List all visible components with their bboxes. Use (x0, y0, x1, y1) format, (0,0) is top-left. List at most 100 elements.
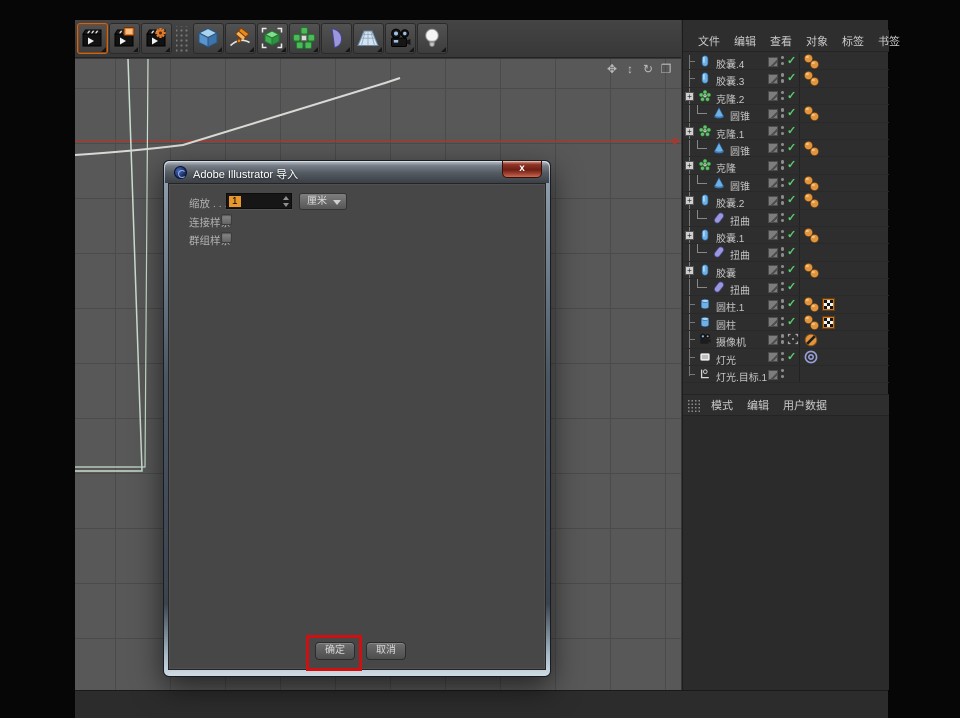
visibility-dots-icon[interactable] (781, 282, 785, 293)
visibility-dots-icon[interactable] (781, 178, 785, 189)
layer-icon[interactable] (768, 126, 778, 136)
expand-icon[interactable]: + (685, 127, 694, 136)
rotate-view-icon[interactable]: ↻ (641, 62, 655, 76)
object-row[interactable]: 圆锥✓ (683, 140, 889, 157)
layer-icon[interactable] (768, 213, 778, 223)
group-splines-checkbox[interactable] (221, 232, 232, 243)
object-row[interactable]: 摄像机 (683, 331, 889, 348)
cube-primitive-icon[interactable] (193, 23, 224, 54)
layer-icon[interactable] (768, 57, 778, 67)
om-menu-0[interactable]: 文件 (692, 33, 728, 49)
layer-icon[interactable] (768, 91, 778, 101)
expand-icon[interactable]: + (685, 196, 694, 205)
object-row[interactable]: 灯光.目标.1 (683, 366, 889, 383)
layer-icon[interactable] (768, 109, 778, 119)
visibility-dots-icon[interactable] (781, 126, 785, 137)
cancel-button[interactable]: 取消 (366, 642, 406, 660)
visibility-dots-icon[interactable] (781, 265, 785, 276)
enabled-check-icon[interactable]: ✓ (787, 124, 796, 137)
unit-dropdown[interactable]: 厘米 (299, 193, 347, 210)
object-row[interactable]: +胶囊.1✓ (683, 227, 889, 244)
layer-icon[interactable] (768, 352, 778, 362)
expand-icon[interactable]: + (685, 231, 694, 240)
panel-grip-icon[interactable] (687, 399, 700, 412)
enabled-check-icon[interactable]: ✓ (787, 193, 796, 206)
connect-splines-checkbox[interactable] (221, 214, 232, 225)
layer-icon[interactable] (768, 143, 778, 153)
enabled-check-icon[interactable]: ✓ (787, 89, 796, 102)
visibility-dots-icon[interactable] (781, 230, 785, 241)
object-row[interactable]: 圆锥✓ (683, 175, 889, 192)
object-row[interactable]: 圆柱.1✓ (683, 296, 889, 313)
om-menu-4[interactable]: 标签 (836, 33, 872, 49)
enabled-check-icon[interactable]: ✓ (787, 141, 796, 154)
texture-tag-icon[interactable] (822, 298, 835, 311)
render-picture-viewer-icon[interactable] (109, 23, 140, 54)
deformer-icon[interactable] (321, 23, 352, 54)
enabled-check-icon[interactable]: ✓ (787, 211, 796, 224)
layer-icon[interactable] (768, 317, 778, 327)
object-row[interactable]: 圆锥✓ (683, 105, 889, 122)
visibility-dots-icon[interactable] (781, 73, 785, 84)
enabled-check-icon[interactable]: ✓ (787, 176, 796, 189)
enabled-check-icon[interactable]: ✓ (787, 71, 796, 84)
target-crosshair-icon[interactable] (787, 333, 799, 345)
enabled-check-icon[interactable]: ✓ (787, 263, 796, 276)
visibility-dots-icon[interactable] (781, 352, 785, 363)
material-tag-icon[interactable] (810, 147, 819, 156)
material-tag-icon[interactable] (810, 60, 819, 69)
visibility-dots-icon[interactable] (781, 299, 785, 310)
enabled-check-icon[interactable]: ✓ (787, 245, 796, 258)
floor-environment-icon[interactable] (353, 23, 384, 54)
layer-icon[interactable] (768, 196, 778, 206)
object-row[interactable]: +胶囊.2✓ (683, 192, 889, 209)
spline-pen-icon[interactable] (225, 23, 256, 54)
visibility-dots-icon[interactable] (781, 160, 785, 171)
pan-view-icon[interactable]: ✥ (605, 62, 619, 76)
expand-icon[interactable]: + (685, 161, 694, 170)
material-tag-icon[interactable] (810, 303, 819, 312)
object-row[interactable]: +克隆.1✓ (683, 123, 889, 140)
material-tag-icon[interactable] (810, 199, 819, 208)
close-icon[interactable]: x (502, 161, 542, 178)
enabled-check-icon[interactable]: ✓ (787, 280, 796, 293)
layer-icon[interactable] (768, 161, 778, 171)
object-row[interactable]: +克隆✓ (683, 157, 889, 174)
layer-icon[interactable] (768, 300, 778, 310)
subdivision-surface-icon[interactable] (257, 23, 288, 54)
target-tag-icon[interactable] (804, 350, 818, 364)
om-menu-1[interactable]: 编辑 (728, 33, 764, 49)
expand-icon[interactable]: + (685, 92, 694, 101)
am-menu-2[interactable]: 用户数据 (777, 397, 835, 413)
visibility-dots-icon[interactable] (781, 143, 785, 154)
visibility-dots-icon[interactable] (781, 108, 785, 119)
object-row[interactable]: 胶囊.4✓ (683, 53, 889, 70)
layer-icon[interactable] (768, 283, 778, 293)
object-row[interactable]: 圆柱✓ (683, 314, 889, 331)
camera-icon[interactable] (385, 23, 416, 54)
am-menu-1[interactable]: 编辑 (741, 397, 777, 413)
visibility-dots-icon[interactable] (781, 91, 785, 102)
scale-input[interactable]: 1 (226, 193, 292, 209)
render-view-icon[interactable] (77, 23, 108, 54)
protection-tag-icon[interactable] (804, 333, 818, 347)
zoom-view-icon[interactable]: ↕ (623, 62, 637, 76)
toggle-view-icon[interactable]: ❐ (659, 62, 673, 76)
material-tag-icon[interactable] (810, 77, 819, 86)
visibility-dots-icon[interactable] (781, 56, 785, 67)
spinner-icon[interactable] (282, 196, 289, 207)
object-row[interactable]: 扭曲✓ (683, 210, 889, 227)
om-menu-3[interactable]: 对象 (800, 33, 836, 49)
dialog-titlebar[interactable]: Adobe Illustrator 导入 (165, 162, 549, 183)
am-menu-0[interactable]: 模式 (705, 397, 741, 413)
enabled-check-icon[interactable]: ✓ (787, 350, 796, 363)
layer-icon[interactable] (768, 248, 778, 258)
layer-icon[interactable] (768, 370, 778, 380)
enabled-check-icon[interactable]: ✓ (787, 158, 796, 171)
om-menu-5[interactable]: 书签 (872, 33, 908, 49)
visibility-dots-icon[interactable] (781, 334, 785, 345)
visibility-dots-icon[interactable] (781, 317, 785, 328)
visibility-dots-icon[interactable] (781, 247, 785, 258)
object-row[interactable]: +胶囊✓ (683, 262, 889, 279)
object-row[interactable]: 胶囊.3✓ (683, 70, 889, 87)
